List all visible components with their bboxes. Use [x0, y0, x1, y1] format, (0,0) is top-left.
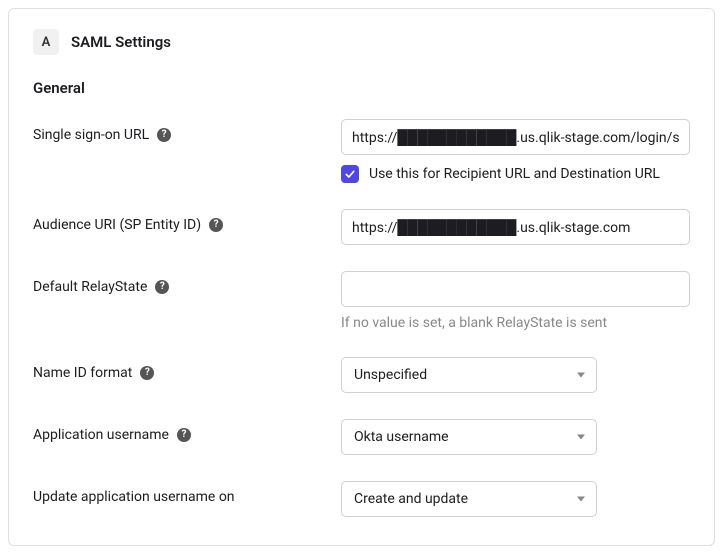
relay-state-input[interactable] [341, 271, 690, 307]
row-app-username: Application username ? Okta username [33, 419, 690, 455]
checkbox-checked-icon [341, 165, 359, 183]
checkbox-label: Use this for Recipient URL and Destinati… [369, 166, 660, 182]
label-update-username-on: Update application username on [33, 481, 341, 505]
section-title-general: General [33, 79, 690, 97]
row-name-id-format: Name ID format ? Unspecified [33, 357, 690, 393]
row-sso-url: Single sign-on URL ? Use this for Recipi… [33, 119, 690, 183]
label-sso-url: Single sign-on URL ? [33, 119, 341, 143]
help-icon[interactable]: ? [140, 366, 154, 380]
label-text: Single sign-on URL [33, 127, 149, 143]
label-text: Default RelayState [33, 279, 147, 295]
recipient-url-checkbox-row[interactable]: Use this for Recipient URL and Destinati… [341, 165, 690, 183]
select-value: Create and update [354, 491, 468, 507]
select-value: Unspecified [354, 367, 427, 383]
help-icon[interactable]: ? [209, 218, 223, 232]
select-value: Okta username [354, 429, 449, 445]
panel-header: A SAML Settings [33, 29, 690, 55]
saml-settings-panel: A SAML Settings General Single sign-on U… [8, 8, 715, 546]
help-icon[interactable]: ? [177, 428, 191, 442]
name-id-format-select[interactable]: Unspecified [341, 357, 597, 393]
audience-uri-input[interactable] [341, 209, 690, 245]
label-text: Application username [33, 427, 169, 443]
section-badge: A [33, 29, 59, 55]
app-username-select[interactable]: Okta username [341, 419, 597, 455]
label-name-id-format: Name ID format ? [33, 357, 341, 381]
panel-title: SAML Settings [71, 33, 171, 51]
row-update-username-on: Update application username on Create an… [33, 481, 690, 517]
label-text: Update application username on [33, 489, 235, 505]
row-relay-state: Default RelayState ? If no value is set,… [33, 271, 690, 331]
help-icon[interactable]: ? [157, 128, 171, 142]
label-app-username: Application username ? [33, 419, 341, 443]
label-relay-state: Default RelayState ? [33, 271, 341, 295]
row-audience-uri: Audience URI (SP Entity ID) ? [33, 209, 690, 245]
sso-url-input[interactable] [341, 119, 690, 155]
relay-state-helper: If no value is set, a blank RelayState i… [341, 315, 690, 331]
label-text: Name ID format [33, 365, 132, 381]
help-icon[interactable]: ? [155, 280, 169, 294]
update-username-on-select[interactable]: Create and update [341, 481, 597, 517]
label-text: Audience URI (SP Entity ID) [33, 217, 201, 233]
label-audience-uri: Audience URI (SP Entity ID) ? [33, 209, 341, 233]
